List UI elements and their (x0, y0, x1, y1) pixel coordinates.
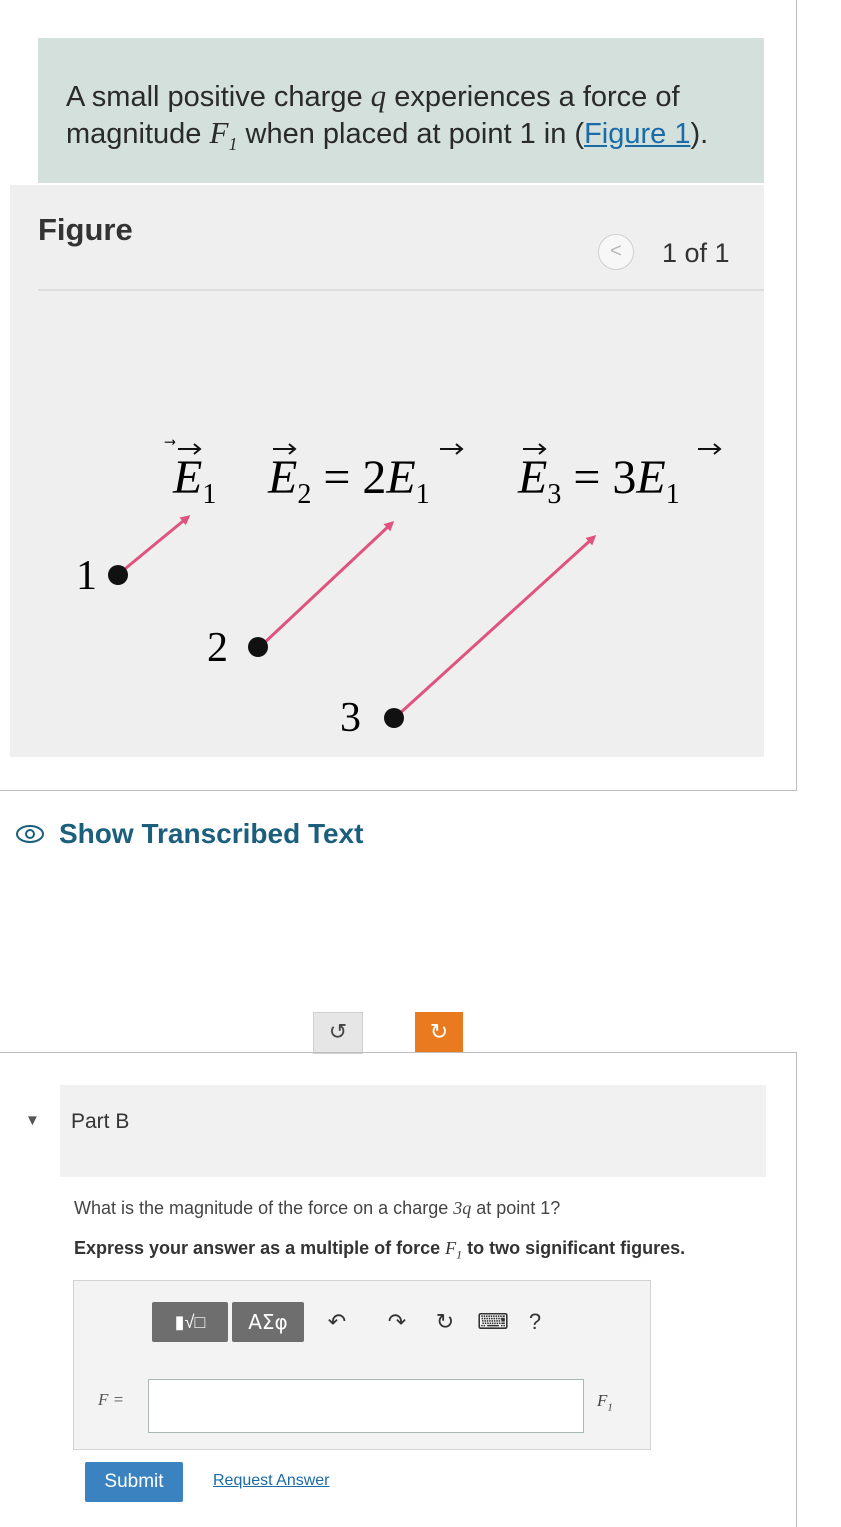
part-b-border-right (796, 1052, 797, 1527)
var-q: q (370, 78, 387, 113)
request-answer-link[interactable]: Request Answer (213, 1472, 330, 1490)
label-e2: E2 = 2E1 (267, 451, 430, 510)
figure-pager: < 1 of 1 (598, 232, 758, 280)
help-icon[interactable]: ? (516, 1302, 554, 1342)
arrow-e2 (260, 520, 395, 647)
undo-icon[interactable]: ↶ (318, 1302, 356, 1342)
field-diagram: 1 2 3 E1 ⃗ E2 = 2E1 E3 = 3E1 (76, 439, 722, 741)
part-b-header-band (60, 1085, 766, 1177)
collapse-chevron-icon[interactable]: ▼ (25, 1112, 40, 1129)
card-border-right (796, 0, 797, 790)
templates-button[interactable]: ▮√□ (152, 1302, 228, 1342)
answer-label: F = (98, 1390, 125, 1409)
label-e3: E3 = 3E1 (517, 451, 680, 510)
keyboard-icon[interactable]: ⌨ (474, 1302, 512, 1342)
part-b-border-top (0, 1052, 797, 1053)
figure-link[interactable]: Figure 1 (584, 118, 690, 150)
part-b-question: What is the magnitude of the force on a … (74, 1198, 561, 1218)
label-e1: E1 (172, 451, 216, 510)
problem-text: A small positive charge q experiences a … (66, 78, 709, 155)
point-3-dot (384, 708, 404, 728)
vector-mark-e2-rhs (440, 443, 464, 455)
show-transcribed-text-link[interactable]: Show Transcribed Text (15, 818, 363, 850)
redo-button[interactable]: ↻ (415, 1012, 463, 1052)
point-3-label: 3 (340, 695, 361, 741)
submit-button[interactable]: Submit (85, 1462, 183, 1502)
vector-arrow-e1: ⃗ (164, 439, 176, 445)
part-b-label[interactable]: Part B (71, 1110, 129, 1134)
point-2-dot (248, 637, 268, 657)
point-2-label: 2 (207, 625, 228, 671)
arrow-e3 (396, 534, 597, 717)
point-1-dot (108, 565, 128, 585)
figure-title: Figure (38, 212, 133, 247)
answer-input[interactable] (148, 1379, 584, 1433)
math-toolbar: ▮√□ ΑΣφ ↶ ↷ ↻ ⌨ ? (152, 1300, 554, 1344)
vector-mark-e3-rhs (698, 443, 722, 455)
point-1-label: 1 (76, 553, 97, 599)
greek-symbols-button[interactable]: ΑΣφ (232, 1302, 304, 1342)
previous-figure-button[interactable]: < (598, 234, 634, 270)
redo-icon[interactable]: ↷ (378, 1302, 416, 1342)
var-F1: F1 (209, 115, 238, 155)
part-b-instruction: Express your answer as a multiple of for… (74, 1238, 686, 1262)
reset-icon[interactable]: ↻ (426, 1302, 464, 1342)
answer-unit: F1 (597, 1391, 613, 1414)
arrow-e1 (119, 515, 191, 575)
card-border-bottom (0, 790, 797, 791)
eye-icon (16, 825, 44, 843)
figure-count: 1 of 1 (662, 238, 730, 268)
transcribed-label: Show Transcribed Text (59, 818, 364, 849)
undo-button[interactable]: ↺ (313, 1012, 363, 1054)
